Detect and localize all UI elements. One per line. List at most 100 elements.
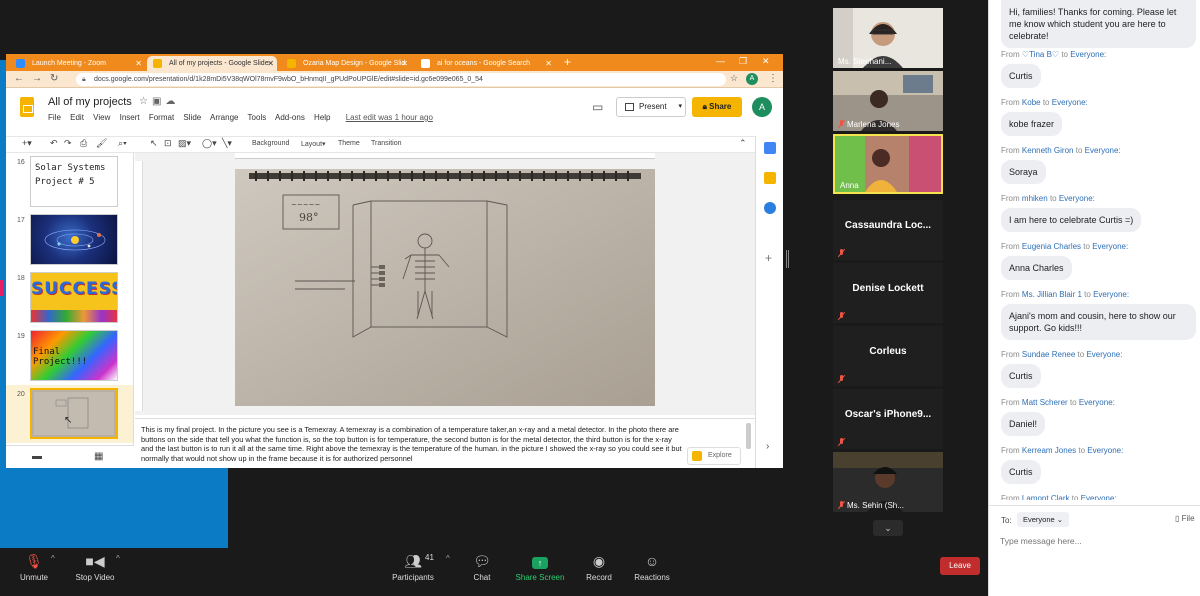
slide-thumbnail-selected[interactable] bbox=[30, 388, 118, 439]
video-options-chevron-up-icon[interactable]: ^ bbox=[116, 554, 120, 563]
slide-thumbnail[interactable]: Solar Systems Project # 5 bbox=[30, 156, 118, 207]
record-button[interactable]: ◉ Record bbox=[582, 551, 616, 582]
browser-tab-all-projects[interactable]: All of my projects - Google Slide ✕ bbox=[147, 56, 277, 71]
textbox-icon[interactable]: ⊡ bbox=[164, 138, 172, 149]
chat-message-input[interactable] bbox=[1000, 533, 1190, 549]
new-tab-icon[interactable]: + bbox=[564, 55, 571, 69]
speaker-notes-text[interactable]: This is my final project. In the picture… bbox=[141, 425, 686, 468]
select-icon[interactable]: ↖ bbox=[150, 138, 158, 149]
participants-options-chevron-up-icon[interactable]: ^ bbox=[446, 554, 450, 563]
menu-format[interactable]: Format bbox=[149, 113, 174, 122]
browser-tab-zoom[interactable]: Launch Meeting - Zoom ✕ bbox=[10, 56, 145, 71]
add-ons-plus-icon[interactable]: + bbox=[765, 251, 772, 265]
redo-icon[interactable]: ↷ bbox=[64, 138, 72, 149]
slide-thumbnail[interactable]: Final Project!!! bbox=[30, 330, 118, 381]
participant-tile[interactable]: Corleus bbox=[833, 326, 943, 386]
gallery-next-page-chevron-down-icon[interactable]: ⌄ bbox=[873, 520, 903, 536]
last-edit-link[interactable]: Last edit was 1 hour ago bbox=[346, 113, 433, 122]
thumbnail-row[interactable]: 16 Solar Systems Project # 5 bbox=[6, 153, 133, 211]
thumbnail-row[interactable]: 18 SUCCESS bbox=[6, 269, 133, 327]
menu-view[interactable]: View bbox=[93, 113, 110, 122]
sender-name[interactable]: Matt Scherer bbox=[1022, 398, 1068, 407]
shape-icon[interactable]: ◯▾ bbox=[202, 138, 217, 149]
browser-menu-icon[interactable]: ⋮ bbox=[768, 73, 778, 84]
tasks-icon[interactable] bbox=[764, 202, 776, 214]
slides-logo-icon[interactable] bbox=[20, 97, 34, 117]
menu-edit[interactable]: Edit bbox=[70, 113, 84, 122]
sender-name[interactable]: Ms. Jillian Blair 1 bbox=[1022, 290, 1082, 299]
transition-button[interactable]: Transition bbox=[371, 140, 401, 147]
browser-tab-ai-oceans[interactable]: ai for oceans - Google Search ✕ bbox=[415, 56, 555, 71]
sender-name[interactable]: Kobe bbox=[1022, 98, 1041, 107]
bookmark-star-icon[interactable]: ☆ bbox=[730, 73, 738, 84]
cloud-status-icon[interactable]: ☁ bbox=[165, 96, 179, 107]
browser-tab-ozaria[interactable]: Ozaria Map Design - Google Slid ✕ bbox=[281, 56, 411, 71]
move-folder-icon[interactable]: ▣ bbox=[152, 96, 165, 107]
sender-name[interactable]: Lamont Clark bbox=[1022, 494, 1070, 500]
list-view-icon[interactable]: ▬ bbox=[32, 451, 42, 462]
theme-button[interactable]: Theme bbox=[338, 140, 360, 147]
layout-button[interactable]: Layout▾ bbox=[301, 140, 326, 148]
back-icon[interactable]: ← bbox=[14, 73, 24, 84]
sender-name[interactable]: Kerream Jones bbox=[1022, 446, 1076, 455]
close-icon[interactable]: ✕ bbox=[545, 56, 552, 71]
file-button[interactable]: ▯ File bbox=[1175, 514, 1195, 523]
participant-tile[interactable]: Ms. Stephani... bbox=[833, 8, 943, 68]
slide-thumbnail[interactable]: SUCCESS bbox=[30, 272, 118, 323]
menu-tools[interactable]: Tools bbox=[248, 113, 267, 122]
thumbnail-row[interactable]: 17 bbox=[6, 211, 133, 269]
menu-arrange[interactable]: Arrange bbox=[210, 113, 238, 122]
grid-view-icon[interactable]: ▦ bbox=[94, 451, 103, 462]
notes-scrollbar[interactable] bbox=[746, 423, 751, 449]
share-screen-button[interactable]: ↑ Share Screen bbox=[514, 551, 566, 582]
recipient-select[interactable]: Everyone ⌄ bbox=[1017, 512, 1070, 527]
participant-tile-active-speaker[interactable]: Anna bbox=[833, 134, 943, 194]
url-field[interactable]: 🔒︎ docs.google.com/presentation/d/1k28mD… bbox=[76, 73, 726, 86]
keep-icon[interactable] bbox=[764, 172, 776, 184]
reload-icon[interactable]: ↻ bbox=[50, 73, 58, 84]
comment-history-icon[interactable]: ▭ bbox=[592, 100, 603, 114]
menu-file[interactable]: File bbox=[48, 113, 61, 122]
print-icon[interactable]: ⎙ bbox=[80, 138, 87, 149]
chevron-down-icon[interactable]: ▾ bbox=[678, 98, 682, 116]
sender-name[interactable]: mhiken bbox=[1022, 194, 1048, 203]
profile-avatar[interactable]: A bbox=[746, 73, 758, 85]
split-handle[interactable] bbox=[786, 250, 789, 268]
image-icon[interactable]: ▨▾ bbox=[178, 138, 191, 149]
star-icon[interactable]: ☆ bbox=[139, 96, 152, 107]
chat-messages[interactable]: Hi, families! Thanks for coming. Please … bbox=[989, 0, 1200, 500]
stop-video-button[interactable]: ■◀ Stop Video bbox=[72, 551, 118, 582]
collapse-toolbar-icon[interactable]: ⌃ bbox=[739, 138, 747, 149]
forward-icon[interactable]: → bbox=[32, 73, 42, 84]
unmute-button[interactable]: 🎙︎ Unmute bbox=[14, 551, 54, 582]
background-button[interactable]: Background bbox=[252, 140, 289, 147]
sender-name[interactable]: Kenneth Giron bbox=[1022, 146, 1074, 155]
side-panel-toggle-icon[interactable]: › bbox=[766, 441, 769, 452]
participant-tile[interactable]: Ms. Sehin (Sh... bbox=[833, 452, 943, 512]
calendar-icon[interactable] bbox=[764, 142, 776, 154]
present-button[interactable]: Present ▾ bbox=[616, 97, 686, 117]
leave-button[interactable]: Leave bbox=[940, 557, 980, 575]
thumbnail-row[interactable]: 19 Final Project!!! bbox=[6, 327, 133, 385]
audio-options-chevron-up-icon[interactable]: ^ bbox=[51, 554, 55, 563]
participant-tile[interactable]: Oscar's iPhone9... bbox=[833, 389, 943, 449]
slide-thumbnail[interactable] bbox=[30, 214, 118, 265]
share-button[interactable]: 🔒︎ Share bbox=[692, 97, 742, 117]
document-title[interactable]: All of my projects bbox=[48, 96, 132, 108]
sender-name[interactable]: Eugenia Charles bbox=[1022, 242, 1081, 251]
participant-tile[interactable]: Marlena Jones bbox=[833, 71, 943, 131]
paint-format-icon[interactable]: 🖌︎ bbox=[96, 138, 107, 149]
close-icon[interactable]: ✕ bbox=[267, 56, 274, 71]
menu-insert[interactable]: Insert bbox=[120, 113, 140, 122]
participant-tile[interactable]: Cassaundra Loc... bbox=[833, 200, 943, 260]
close-icon[interactable]: ✕ bbox=[135, 56, 142, 71]
account-avatar[interactable]: A bbox=[752, 97, 772, 117]
menu-slide[interactable]: Slide bbox=[183, 113, 201, 122]
minimize-icon[interactable]: — bbox=[716, 56, 725, 66]
undo-icon[interactable]: ↶ bbox=[50, 138, 58, 149]
menu-addons[interactable]: Add-ons bbox=[275, 113, 305, 122]
menu-help[interactable]: Help bbox=[314, 113, 330, 122]
maximize-icon[interactable]: ❐ bbox=[739, 56, 747, 67]
new-slide-icon[interactable]: +▾ bbox=[22, 138, 32, 149]
line-icon[interactable]: ╲▾ bbox=[222, 138, 232, 149]
